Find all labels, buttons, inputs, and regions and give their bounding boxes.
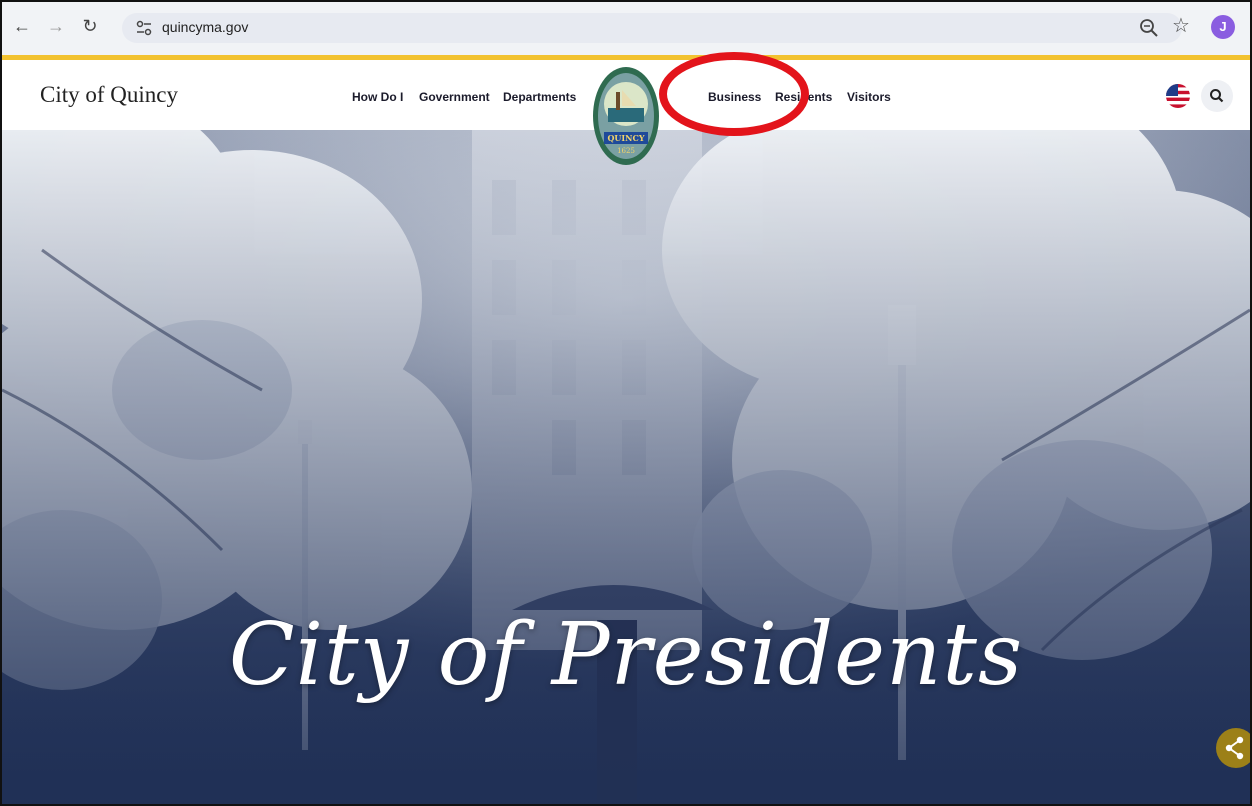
highlight-annotation [659, 52, 809, 136]
seal-name-text: QUINCY [607, 133, 644, 143]
back-icon[interactable]: ← [10, 14, 34, 38]
browser-toolbar: ← → ↻ quincyma.gov ☆ J [2, 2, 1250, 55]
hero-banner: City of Presidents [2, 130, 1250, 804]
reload-icon[interactable]: ↻ [78, 14, 102, 38]
profile-avatar[interactable]: J [1211, 15, 1235, 39]
site-title[interactable]: City of Quincy [40, 82, 178, 108]
share-button[interactable] [1216, 728, 1250, 768]
bookmark-star-icon[interactable]: ☆ [1170, 13, 1192, 39]
seal-year-text: 1625 [617, 147, 635, 155]
search-icon [1210, 89, 1224, 103]
nav-how-do-i[interactable]: How Do I [352, 90, 403, 104]
url-text[interactable]: quincyma.gov [162, 19, 248, 35]
language-flag-icon[interactable] [1166, 84, 1190, 108]
forward-icon[interactable]: → [44, 14, 68, 38]
nav-government[interactable]: Government [419, 90, 490, 104]
hero-headline: City of Presidents [228, 605, 1024, 705]
nav-departments[interactable]: Departments [503, 90, 576, 104]
nav-visitors[interactable]: Visitors [847, 90, 891, 104]
browser-window: ← → ↻ quincyma.gov ☆ J City of Quincy Ho… [0, 0, 1252, 806]
address-bar[interactable]: quincyma.gov [122, 13, 1182, 43]
city-seal-logo[interactable]: QUINCY 1625 [592, 66, 660, 166]
search-button[interactable] [1201, 80, 1233, 112]
share-icon [1225, 736, 1244, 760]
zoom-icon[interactable] [1138, 17, 1160, 39]
site-settings-icon[interactable] [136, 20, 152, 36]
